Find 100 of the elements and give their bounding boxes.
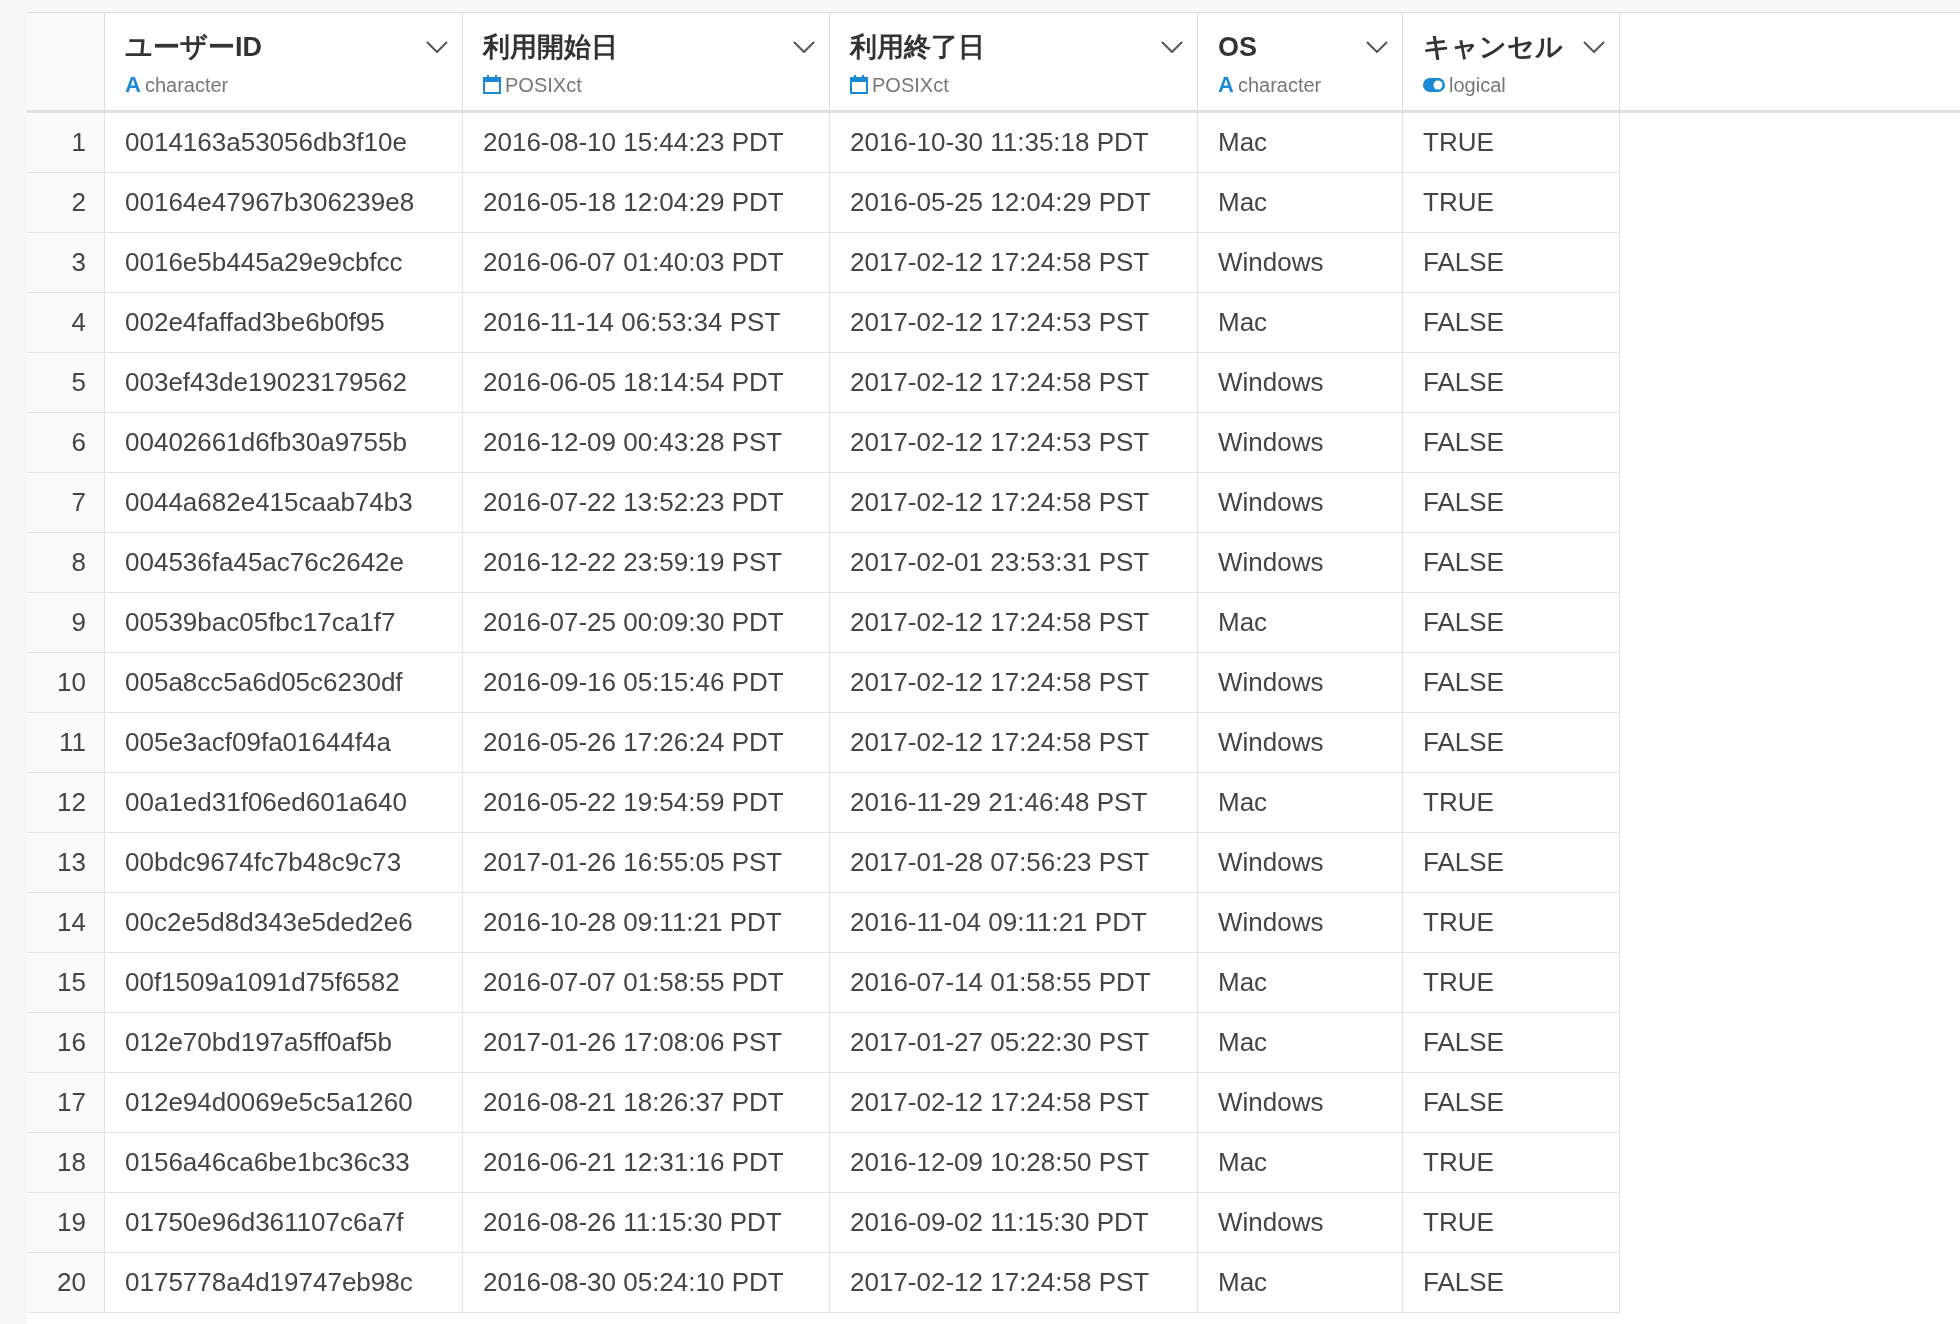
table-cell-text: 01750e96d361107c6a7f xyxy=(125,1206,404,1239)
chevron-down-icon[interactable] xyxy=(426,41,448,54)
row-number: 7 xyxy=(71,486,86,519)
table-cell-text: TRUE xyxy=(1423,186,1494,219)
table-cell-text: 2016-07-14 01:58:55 PDT xyxy=(850,966,1151,999)
table-cell-text: 2016-08-26 11:15:30 PDT xyxy=(483,1206,782,1239)
column-header[interactable]: OS xyxy=(1218,27,1257,68)
chevron-down-icon[interactable] xyxy=(1161,41,1183,54)
row-number: 11 xyxy=(59,726,86,759)
table-cell-text: 2016-05-25 12:04:29 PDT xyxy=(850,186,1151,219)
table-cell-text: Windows xyxy=(1218,846,1324,879)
table-cell-text: FALSE xyxy=(1423,1026,1504,1059)
table-cell-text: 00164e47967b306239e8 xyxy=(125,186,415,219)
table-cell-text: Windows xyxy=(1218,1206,1324,1239)
row-number: 13 xyxy=(57,846,86,879)
column-header[interactable]: ユーザーID xyxy=(125,27,262,68)
table-cell-text: 0016e5b445a29e9cbfcc xyxy=(125,246,403,279)
row-number: 19 xyxy=(57,1206,86,1239)
column-header[interactable]: キャンセル xyxy=(1423,27,1563,68)
table-cell-text: 005e3acf09fa01644f4a xyxy=(125,726,392,759)
column-type: character xyxy=(1237,72,1322,98)
calendar-icon xyxy=(850,75,868,94)
chevron-down-icon[interactable] xyxy=(1583,41,1605,54)
table-cell-text: Windows xyxy=(1218,246,1324,279)
table-cell-text: 2017-01-26 16:55:05 PST xyxy=(483,846,783,879)
table-cell-text: 2017-02-12 17:24:58 PST xyxy=(850,1086,1150,1119)
table-cell-text: Windows xyxy=(1218,666,1324,699)
column-type: POSIXct xyxy=(872,72,949,98)
table-cell-text: 003ef43de19023179562 xyxy=(125,366,407,399)
row-number: 3 xyxy=(71,246,86,279)
table-cell-text: FALSE xyxy=(1423,846,1504,879)
table-cell-text: Windows xyxy=(1218,426,1324,459)
table-cell-text: 2016-11-14 06:53:34 PST xyxy=(483,306,781,339)
table-cell-text: 012e94d0069e5c5a1260 xyxy=(125,1086,413,1119)
row-number: 9 xyxy=(71,606,86,639)
table-cell-text: FALSE xyxy=(1423,606,1504,639)
table-cell-text: 00539bac05fbc17ca1f7 xyxy=(125,606,396,639)
calendar-icon xyxy=(483,75,501,94)
table-cell-text: FALSE xyxy=(1423,1266,1504,1299)
column-header[interactable]: 利用開始日 xyxy=(483,27,618,68)
table-cell-text: 012e70bd197a5ff0af5b xyxy=(125,1026,393,1059)
row-number: 14 xyxy=(57,906,86,939)
table-cell-text: 2016-12-09 10:28:50 PST xyxy=(850,1146,1150,1179)
table-cell-text: Mac xyxy=(1218,126,1268,159)
table-cell-text: 002e4faffad3be6b0f95 xyxy=(125,306,385,339)
table-cell-text: 2016-05-26 17:26:24 PDT xyxy=(483,726,784,759)
table-cell-text: 2016-11-29 21:46:48 PST xyxy=(850,786,1148,819)
table-cell-text: 0156a46ca6be1bc36c33 xyxy=(125,1146,410,1179)
table-cell-text: 2016-06-07 01:40:03 PDT xyxy=(483,246,784,279)
table-cell-text: 2016-05-22 19:54:59 PDT xyxy=(483,786,784,819)
table-cell-text: Mac xyxy=(1218,186,1268,219)
chevron-down-icon[interactable] xyxy=(1366,41,1388,54)
row-number: 12 xyxy=(57,786,86,819)
column-type: character xyxy=(144,72,229,98)
table-cell-text: TRUE xyxy=(1423,786,1494,819)
table-cell-text: Windows xyxy=(1218,366,1324,399)
table-cell-text: 2016-09-02 11:15:30 PDT xyxy=(850,1206,1149,1239)
table-cell-text: 2017-02-12 17:24:53 PST xyxy=(850,306,1150,339)
table-cell-text: 2016-09-16 05:15:46 PDT xyxy=(483,666,784,699)
row-number: 10 xyxy=(57,666,86,699)
column-type: POSIXct xyxy=(505,72,582,98)
table-cell-text: Windows xyxy=(1218,486,1324,519)
table-cell-text: 2017-02-01 23:53:31 PST xyxy=(850,546,1150,579)
table-cell-text: 2016-06-05 18:14:54 PDT xyxy=(483,366,784,399)
row-number: 2 xyxy=(71,186,86,219)
table-cell-text: 0175778a4d19747eb98c xyxy=(125,1266,413,1299)
chevron-down-icon[interactable] xyxy=(793,41,815,54)
table-cell-text: TRUE xyxy=(1423,1146,1494,1179)
table-cell-text: 2016-12-09 00:43:28 PST xyxy=(483,426,783,459)
table-cell-text: 2017-01-27 05:22:30 PST xyxy=(850,1026,1150,1059)
table-cell-text: Windows xyxy=(1218,1086,1324,1119)
table-cell-text: 2017-02-12 17:24:58 PST xyxy=(850,1266,1150,1299)
table-cell-text: 004536fa45ac76c2642e xyxy=(125,546,405,579)
row-number: 18 xyxy=(57,1146,86,1179)
table-cell-text: TRUE xyxy=(1423,906,1494,939)
table-cell-text: 2016-08-10 15:44:23 PDT xyxy=(483,126,784,159)
table-cell-text: TRUE xyxy=(1423,1206,1494,1239)
table-cell-text: 2016-07-22 13:52:23 PDT xyxy=(483,486,784,519)
table-cell-text: FALSE xyxy=(1423,726,1504,759)
table-cell-text: 2017-01-28 07:56:23 PST xyxy=(850,846,1150,879)
table-cell-text: FALSE xyxy=(1423,426,1504,459)
table-cell-text: 00c2e5d8d343e5ded2e6 xyxy=(125,906,413,939)
table-cell-text: 00bdc9674fc7b48c9c73 xyxy=(125,846,402,879)
row-number: 16 xyxy=(57,1026,86,1059)
column-type: logical xyxy=(1449,72,1506,98)
table-cell-text: Mac xyxy=(1218,306,1268,339)
table-cell-text: 00f1509a1091d75f6582 xyxy=(125,966,400,999)
table-cell-text: 2017-02-12 17:24:58 PST xyxy=(850,366,1150,399)
row-number: 17 xyxy=(57,1086,86,1119)
column-header[interactable]: 利用終了日 xyxy=(850,27,985,68)
row-number: 20 xyxy=(57,1266,86,1299)
table-cell-text: 2016-10-30 11:35:18 PDT xyxy=(850,126,1149,159)
table-cell-text: FALSE xyxy=(1423,306,1504,339)
table-cell-text: Mac xyxy=(1218,1146,1268,1179)
table-cell-text: 2017-01-26 17:08:06 PST xyxy=(483,1026,783,1059)
row-number: 6 xyxy=(71,426,86,459)
table-cell-text: 2016-06-21 12:31:16 PDT xyxy=(483,1146,784,1179)
table-cell-text: TRUE xyxy=(1423,126,1494,159)
row-number: 5 xyxy=(71,366,86,399)
table-cell-text: 2017-02-12 17:24:58 PST xyxy=(850,666,1150,699)
